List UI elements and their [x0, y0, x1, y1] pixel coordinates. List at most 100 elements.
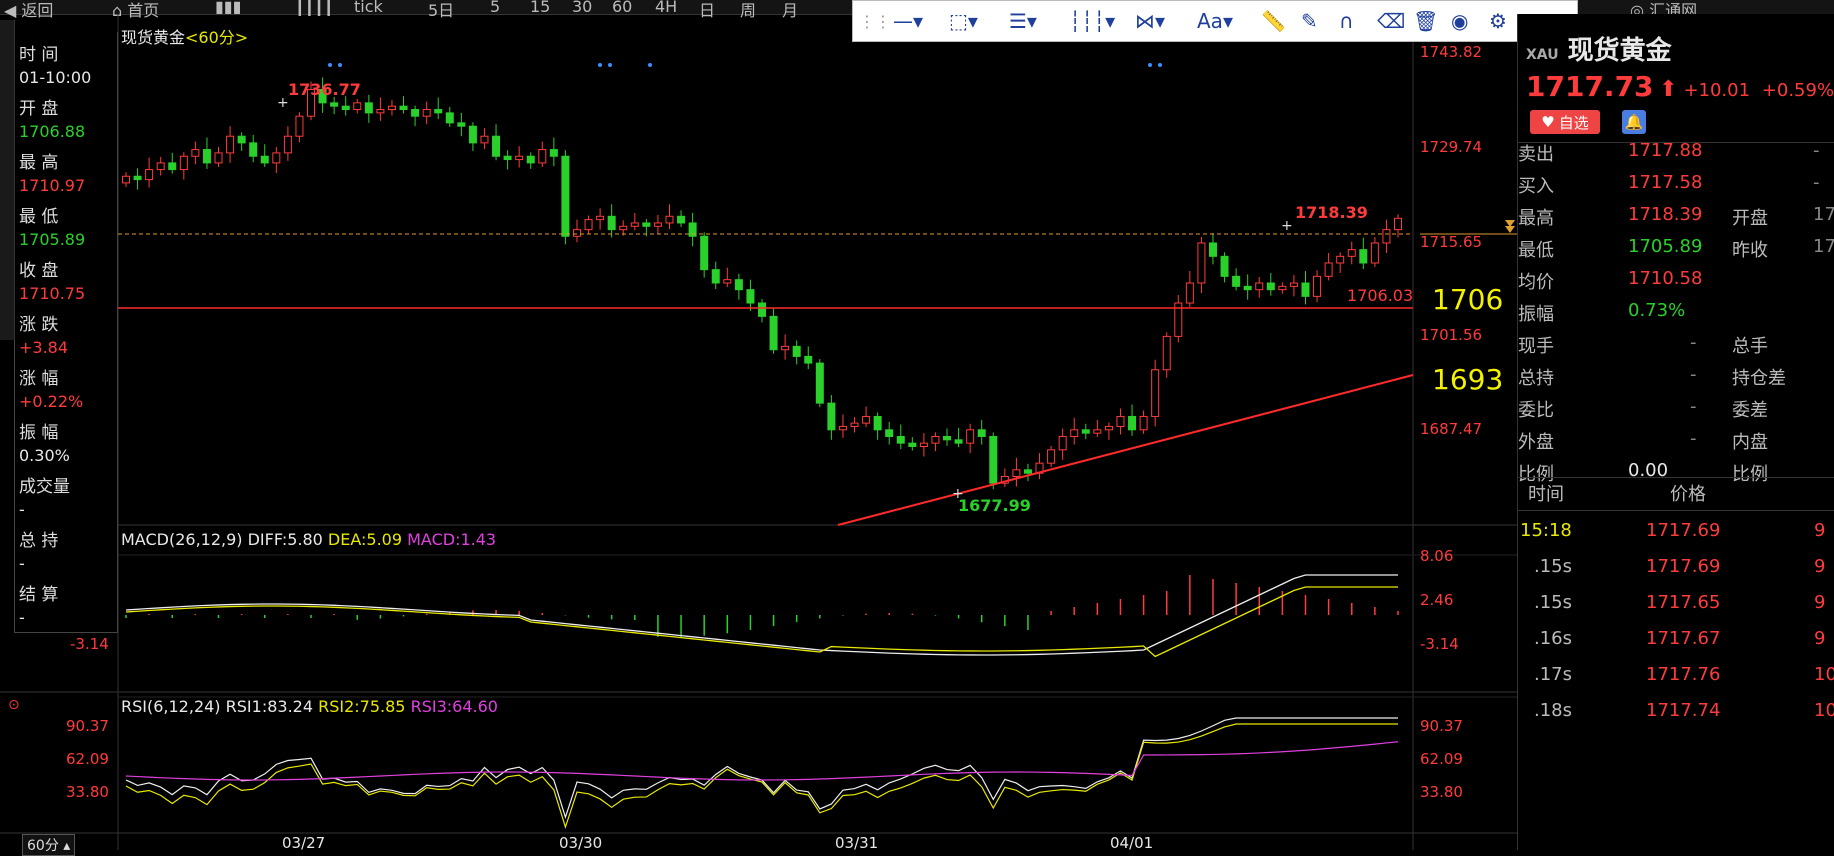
- chart-area[interactable]: +++: [0, 0, 1517, 850]
- candle-body: [943, 435, 952, 441]
- tick-time: .15s: [1534, 592, 1573, 613]
- price-tick: 1729.74: [1420, 138, 1483, 156]
- candle-body: [1220, 255, 1229, 277]
- candle-body: [191, 149, 200, 157]
- candle-body: [804, 355, 813, 364]
- pct-label: 涨 幅: [19, 369, 59, 389]
- candle-body: [1139, 415, 1148, 431]
- candle-body: [1394, 217, 1402, 231]
- candle-body: [838, 425, 847, 431]
- signal-dot: [598, 63, 602, 67]
- left-side-tabs[interactable]: [0, 20, 15, 340]
- tick-volume: 9: [1814, 628, 1826, 649]
- candle-body: [1162, 335, 1171, 371]
- price-tick: 1715.65: [1420, 233, 1483, 251]
- magnet-icon[interactable]: ∩: [1339, 7, 1354, 35]
- candle-body: [908, 442, 917, 447]
- candle-body: [873, 415, 882, 431]
- quote-row-label: 总持: [1518, 368, 1554, 389]
- pattern-tool-icon[interactable]: ⋈▾: [1135, 7, 1165, 35]
- line-tool-icon[interactable]: —▾: [893, 7, 923, 35]
- change-label: 涨 跌: [19, 315, 59, 335]
- candle-body: [411, 109, 420, 117]
- ruler-icon[interactable]: 📏: [1261, 7, 1286, 35]
- macd-left-tick: -3.14: [70, 635, 109, 653]
- candle-body: [226, 135, 235, 154]
- candle-body: [1012, 469, 1021, 478]
- eye-icon[interactable]: ◉: [1451, 7, 1468, 35]
- trash-icon[interactable]: 🗑: [1413, 7, 1438, 35]
- channel-tool-icon[interactable]: ┆┆┆▾: [1069, 7, 1115, 35]
- alert-bell-button[interactable]: 🔔: [1622, 110, 1646, 134]
- text-tool-icon[interactable]: Aa ▾: [1197, 7, 1233, 35]
- tick-price: 1717.69: [1646, 556, 1721, 577]
- hold-label: 总 持: [19, 531, 59, 551]
- hold-value: -: [19, 554, 25, 573]
- candle-body: [919, 442, 928, 447]
- candle-body: [526, 155, 535, 164]
- annotation-1693: 1693: [1432, 363, 1504, 396]
- drag-handle-icon[interactable]: ⋮⋮: [859, 7, 891, 35]
- eraser-icon[interactable]: ⌫: [1377, 7, 1405, 35]
- quote-row-value-2: -: [1813, 172, 1820, 193]
- candle-body: [364, 102, 373, 114]
- candle-body: [827, 402, 836, 431]
- quote-row-label-2: 总手: [1732, 336, 1768, 357]
- fib-tool-icon[interactable]: ☰▾: [1009, 7, 1037, 35]
- settle-value: -: [19, 608, 25, 627]
- add-favorite-button[interactable]: ♥ 自选: [1530, 110, 1600, 134]
- candle-body: [445, 112, 454, 124]
- candle-body: [896, 435, 905, 444]
- candle-body: [792, 345, 801, 357]
- max-price-label: 1736.77: [288, 80, 361, 99]
- last-price: 1717.73: [1526, 70, 1654, 103]
- candle-body: [1255, 282, 1264, 291]
- quote-row-value: 0.73%: [1628, 300, 1686, 321]
- candle-body: [1116, 415, 1125, 427]
- quote-row-label-2: 昨收: [1732, 240, 1768, 261]
- quote-row-label: 最高: [1518, 208, 1554, 229]
- quote-row-label-2: 委差: [1732, 400, 1768, 421]
- hline-price-label: 1706.03: [1347, 286, 1414, 305]
- tick-volume: 9: [1814, 556, 1826, 577]
- rect-tool-icon[interactable]: ⬚▾: [949, 7, 978, 35]
- period-selector[interactable]: 60分 ▴: [22, 834, 76, 856]
- date-tick: 04/01: [1110, 834, 1154, 852]
- candle-body: [283, 135, 292, 154]
- quote-row-label: 均价: [1518, 272, 1554, 293]
- quote-row-label: 最低: [1518, 240, 1554, 261]
- quote-row-value: 1710.58: [1628, 268, 1703, 289]
- open-value: 1706.88: [19, 122, 86, 141]
- candle-body: [1232, 275, 1241, 287]
- drawing-toolbar: ⋮⋮ —▾ ⬚▾ ☰▾ ┆┆┆▾ ⋈▾ Aa▾ 📏 ✎ ∩ ⌫ 🗑 ◉ ⚙ ✕: [852, 0, 1578, 42]
- rsi-left-tick: 62.09: [66, 750, 109, 768]
- candle-body: [1023, 469, 1032, 474]
- gear-icon[interactable]: ⚙: [1489, 7, 1507, 35]
- quote-row-label-2: 开盘: [1732, 208, 1768, 229]
- candle-body: [1266, 282, 1275, 291]
- candle-body: [723, 279, 732, 284]
- candle-body: [885, 429, 894, 437]
- quote-row-label-2: 内盘: [1732, 432, 1768, 453]
- candle-body: [1301, 282, 1310, 297]
- candle-body: [630, 222, 639, 227]
- candle-body: [249, 142, 258, 157]
- candle-body: [619, 225, 628, 231]
- ohlc-info-panel: 时 间 01-10:00 开 盘 1706.88 最 高 1710.97 最 低…: [14, 32, 118, 633]
- candle-body: [1081, 429, 1090, 434]
- ticks-header-time: 时间: [1528, 484, 1564, 505]
- pen-icon[interactable]: ✎: [1301, 7, 1318, 35]
- date-tick: 03/30: [559, 834, 603, 852]
- close-value: 1710.75: [19, 284, 86, 303]
- candle-body: [549, 149, 558, 157]
- candle-body: [572, 229, 581, 237]
- tick-price: 1717.67: [1646, 628, 1721, 649]
- settle-label: 结 算: [19, 585, 59, 605]
- quote-row-value: 1705.89: [1628, 236, 1703, 257]
- rsi-tick: 62.09: [1420, 750, 1463, 768]
- candle-body: [1278, 285, 1287, 291]
- quote-row-value: -: [1690, 332, 1697, 353]
- tick-price: 1717.69: [1646, 520, 1721, 541]
- candle-body: [214, 152, 223, 164]
- rsi-settings-icon[interactable]: ⊙: [8, 697, 20, 713]
